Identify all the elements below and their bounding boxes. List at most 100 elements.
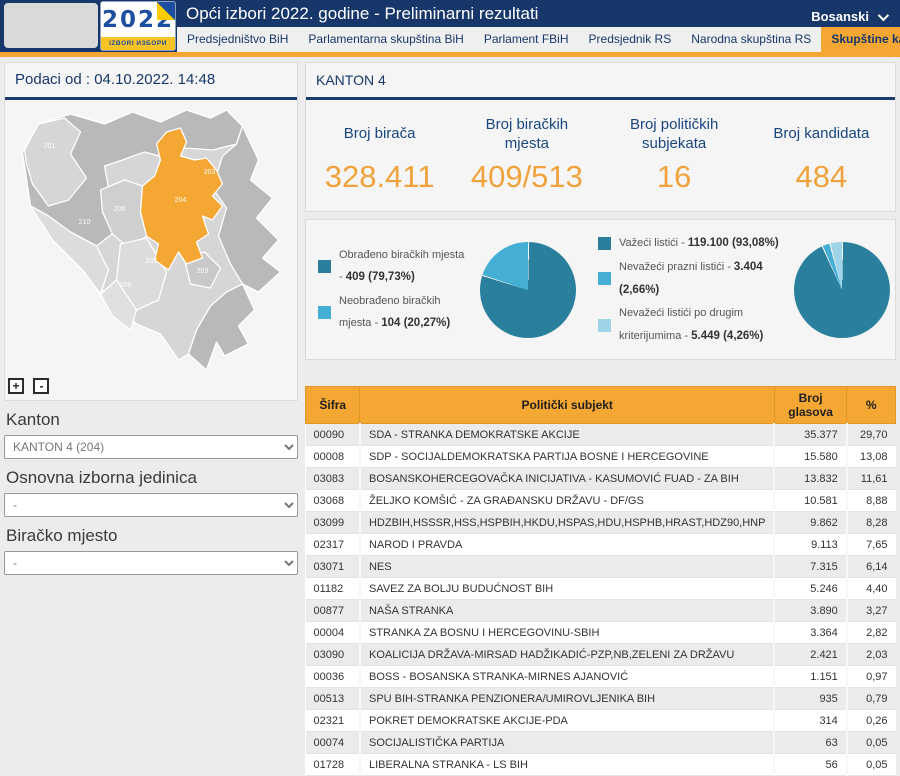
cell-name: KOALICIJA DRŽAVA-MIRSAD HADŽIKADIĆ-PZP,N… — [359, 643, 776, 667]
legend-item-neva-e-i-prazni-listi-i: Nevažeći prazni listići - 3.404 (2,66%) — [598, 256, 784, 301]
tab-predsjedni-tvo-bih[interactable]: Predsjedništvo BiH — [177, 27, 298, 52]
bosnia-cantons-map[interactable]: 201 203 204 206 210 207 209 208 — [8, 102, 294, 374]
cell-name: SDP - SOCIJALDEMOKRATSKA PARTIJA BOSNE I… — [359, 445, 776, 469]
chevron-down-icon — [877, 9, 890, 21]
cell-votes: 9.862 — [774, 511, 848, 535]
cell-name: SAVEZ ZA BOLJU BUDUĆNOST BIH — [359, 577, 776, 601]
cell-pct: 8,88 — [846, 489, 896, 513]
language-selector[interactable]: Bosanski — [811, 9, 890, 24]
filter-section: Kanton KANTON 4 (204) Osnovna izborna jedi… — [4, 410, 298, 575]
stat-value: 409/513 — [470, 159, 583, 194]
osnovna-izborna-jedinica-select[interactable]: - — [4, 493, 298, 517]
cell-code: 00877 — [305, 599, 361, 623]
cell-pct: 3,27 — [846, 599, 896, 623]
cell-code: 03071 — [305, 555, 361, 579]
tab-parlament-fbih[interactable]: Parlament FBiH — [474, 27, 579, 52]
cell-votes: 1.151 — [774, 665, 848, 689]
map-region-label-204[interactable]: 204 — [175, 197, 187, 204]
stat-value: 16 — [656, 159, 692, 194]
cell-pct: 0,26 — [846, 709, 896, 733]
cell-name: SOCIJALISTIČKA PARTIJA — [359, 731, 776, 755]
data-timestamp: Podaci od : 04.10.2022. 14:48 — [5, 63, 297, 100]
tab-narodna-skup-tina-rs[interactable]: Narodna skupština RS — [681, 27, 821, 52]
legend-color-swatch — [598, 236, 611, 250]
cell-pct: 11,61 — [846, 467, 896, 491]
table-row: 01728 LIBERALNA STRANKA - LS BIH 56 0,05 — [305, 753, 896, 776]
pie-legend-biracka-mjesta: Obrađeno biračkih mjesta - 409 (79,73%) N… — [318, 243, 470, 337]
pie-chart-biracka-mjesta — [480, 241, 576, 338]
legend-color-swatch — [318, 306, 331, 320]
cell-pct: 8,28 — [846, 511, 896, 535]
cell-pct: 13,08 — [846, 445, 896, 469]
table-row: 00877 NAŠA STRANKA 3.890 3,27 — [305, 599, 896, 623]
stat-label: Broj birača — [343, 125, 416, 143]
table-row: 00513 SPU BIH-STRANKA PENZIONERA/UMIROVLJ… — [305, 687, 896, 711]
stat-value: 328.411 — [324, 159, 435, 194]
map-region-label-210[interactable]: 210 — [79, 219, 91, 226]
cell-name: LIBERALNA STRANKA - LS BIH — [359, 753, 776, 776]
cell-pct: 2,03 — [846, 643, 896, 667]
cell-pct: 6,14 — [846, 555, 896, 579]
table-row: 00008 SDP - SOCIJALDEMOKRATSKA PARTIJA BO… — [305, 445, 896, 469]
filter-label-bira-ko-mjesto: Biračko mjesto — [6, 526, 118, 545]
cell-pct: 29,70 — [846, 423, 896, 447]
cell-code: 00513 — [305, 687, 361, 711]
map-region-label-208[interactable]: 208 — [120, 282, 132, 289]
table-body: 00090 SDA - STRANKA DEMOKRATSKE AKCIJE 35.… — [305, 423, 896, 776]
cell-name: NAŠA STRANKA — [359, 599, 776, 623]
table-row: 00036 BOSS - BOSANSKA STRANKA-MIRNES AJAN… — [305, 665, 896, 689]
table-row: 03090 KOALICIJA DRŽAVA-MIRSAD HADŽIKADIĆ-… — [305, 643, 896, 667]
results-table-wrap: Šifra Politički subjekt Broj glasova% 0009… — [304, 386, 896, 776]
legend-text: Nevažeći listići po drugim kriterijumima… — [619, 307, 764, 342]
cell-name: SDA - STRANKA DEMOKRATSKE AKCIJE — [359, 423, 776, 447]
cell-code: 02321 — [305, 709, 361, 733]
tab-predsjednik-rs[interactable]: Predsjednik RS — [579, 27, 682, 52]
cell-code: 00036 — [305, 665, 361, 689]
table-row: 03099 HDZBIH,HSSSR,HSS,HSPBIH,HKDU,HSPAS,… — [305, 511, 896, 535]
map-region-label-209[interactable]: 209 — [197, 268, 209, 275]
cell-pct: 0,97 — [846, 665, 896, 689]
summary-panel: KANTON 4 Broj birača 328.411 Broj biračkih… — [305, 62, 896, 212]
cell-votes: 7.315 — [774, 555, 848, 579]
map-zoom-out-button[interactable]: - — [33, 378, 50, 394]
tab-skup-tine-kantona-u-fbih[interactable]: Skupštine kantona u FBiH — [821, 27, 900, 52]
map-region-label-206[interactable]: 206 — [114, 206, 126, 213]
cell-pct: 0,05 — [846, 731, 896, 755]
map-zoom-in-button[interactable]: + — [8, 378, 24, 394]
map-region-label-203[interactable]: 203 — [204, 169, 216, 176]
cell-votes: 935 — [774, 687, 848, 711]
results-area: KANTON 4 Broj birača 328.411 Broj biračkih… — [304, 62, 896, 776]
cell-votes: 5.246 — [774, 577, 848, 601]
cell-votes: 35.377 — [774, 423, 848, 447]
stat-broj-bira-kih-mjesta: Broj biračkih mjesta 409/513 — [453, 113, 600, 195]
cell-name: STRANKA ZA BOSNU I HERCEGOVINU-SBIH — [359, 621, 776, 645]
cell-votes: 63 — [774, 731, 848, 755]
cell-votes: 56 — [774, 753, 848, 776]
bira-ko-mjesto-select[interactable]: - — [4, 551, 298, 575]
stat-label: Broj biračkih mjesta — [485, 115, 569, 153]
stat-label: Broj kandidata — [773, 125, 870, 143]
column-header-broj-glasova: Broj glasova — [773, 386, 848, 425]
cell-code: 01182 — [305, 577, 361, 601]
cell-code: 03099 — [305, 511, 361, 535]
legend-color-swatch — [598, 318, 611, 332]
map-region-label-207[interactable]: 207 — [146, 258, 158, 265]
cell-code: 00004 — [305, 621, 361, 645]
kanton-select[interactable]: KANTON 4 (204) — [4, 435, 298, 459]
top-header-bar: 2022 IZBORI ИЗБОРИ Opći izbori 2022. god… — [0, 0, 900, 52]
cell-name: POKRET DEMOKRATSKE AKCIJE-PDA — [359, 709, 776, 733]
cell-votes: 15.580 — [774, 445, 848, 469]
cell-votes: 3.890 — [774, 599, 848, 623]
election-2022-logo[interactable]: 2022 IZBORI ИЗБОРИ — [100, 1, 176, 51]
map-region-label-201[interactable]: 201 — [44, 143, 56, 150]
cell-name: HDZBIH,HSSSR,HSS,HSPBIH,HKDU,HSPAS,HDU,H… — [359, 511, 776, 535]
cell-code: 00074 — [305, 731, 361, 755]
cell-code: 00008 — [305, 445, 361, 469]
cell-votes: 314 — [774, 709, 848, 733]
column-header-politi-ki-subjekt: Politički subjekt — [359, 386, 775, 425]
tab-parlamentarna-skup-tina-bih[interactable]: Parlamentarna skupština BiH — [298, 27, 473, 52]
bih-flag-icon — [157, 2, 175, 20]
map-panel: Podaci od : 04.10.2022. 14:48 201 203 20… — [4, 62, 298, 401]
cell-votes: 10.581 — [774, 489, 848, 513]
cell-votes: 2.421 — [774, 643, 848, 667]
